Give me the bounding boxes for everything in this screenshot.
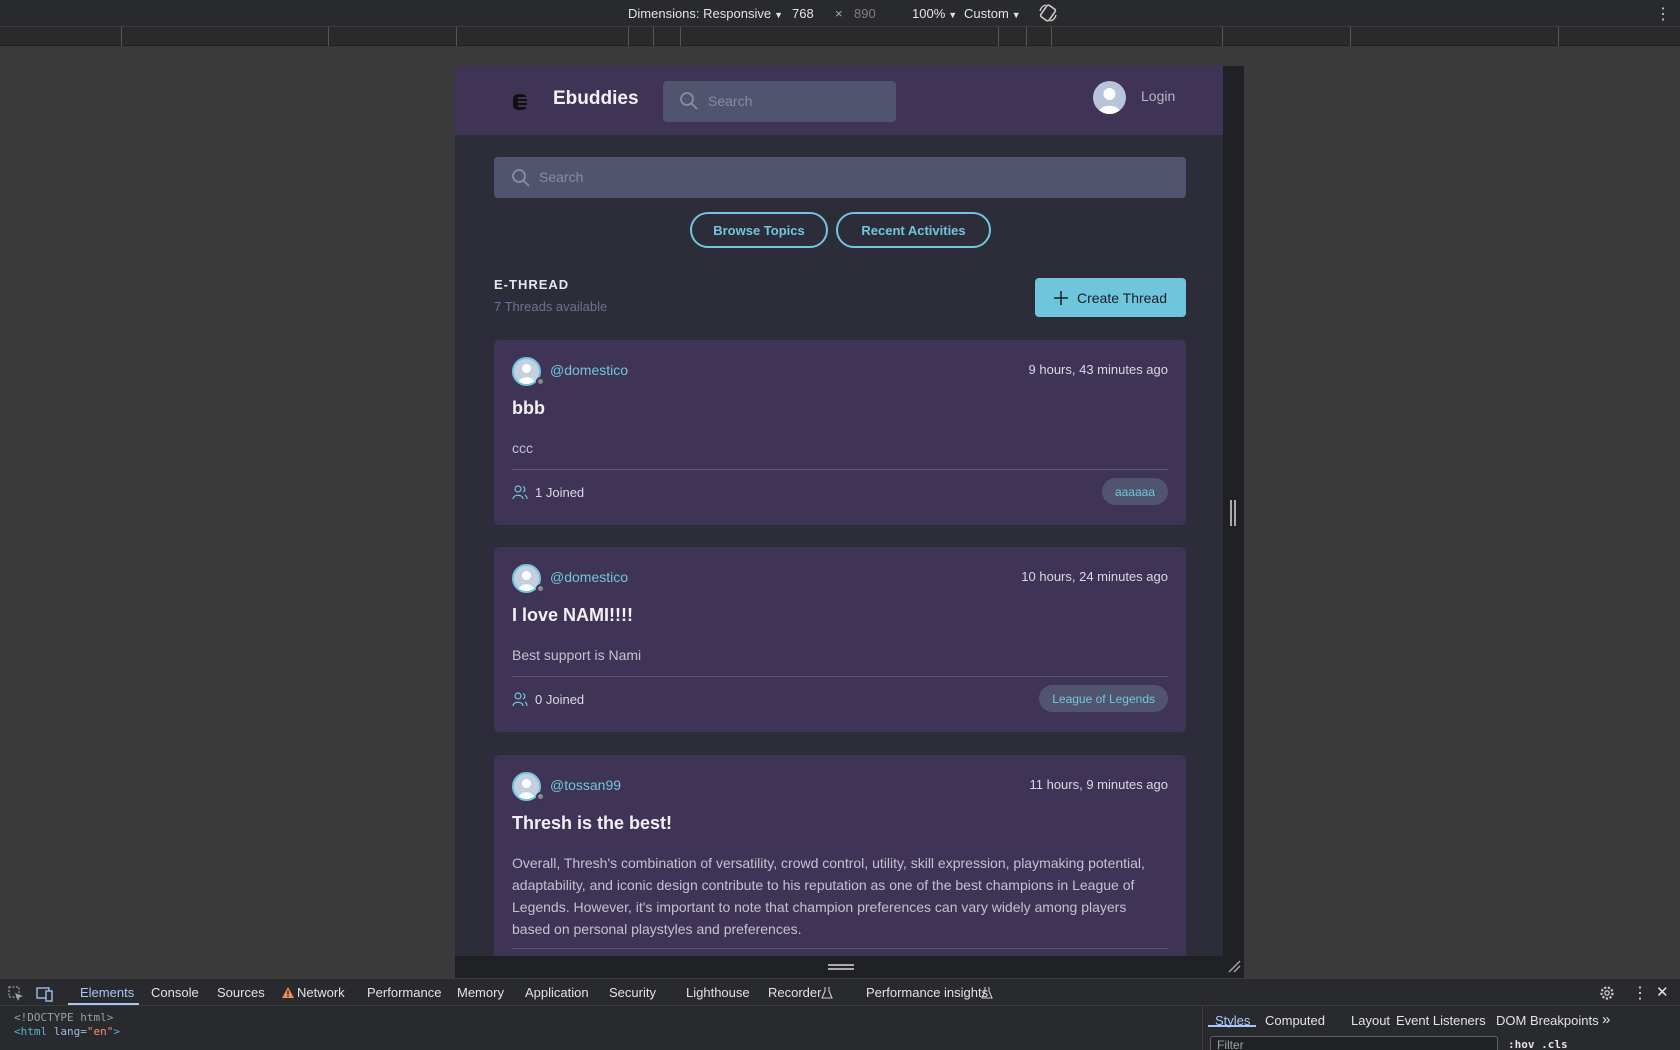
- joined-count: 0 Joined: [535, 692, 585, 707]
- users-icon: [512, 485, 528, 500]
- thread-title[interactable]: Thresh is the best!: [512, 813, 672, 834]
- thread-time: 11 hours, 9 minutes ago: [1029, 777, 1168, 792]
- code-line[interactable]: <!DOCTYPE html>: [14, 1011, 120, 1025]
- close-icon[interactable]: ✕: [1656, 983, 1669, 1001]
- devtools-tabs: Elements Console Sources Network Perform…: [0, 979, 1680, 1006]
- code-line[interactable]: <html lang="en">: [14, 1025, 120, 1039]
- section-title: E-THREAD: [494, 277, 570, 292]
- tab-memory[interactable]: Memory: [457, 985, 504, 1000]
- resize-handle-icon[interactable]: [1230, 500, 1236, 526]
- thread-body: ccc: [512, 440, 533, 456]
- users-icon: [512, 692, 528, 707]
- header-search-input[interactable]: [708, 89, 883, 113]
- header-search[interactable]: [663, 81, 896, 122]
- thread-body: Overall, Thresh's combination of versati…: [512, 855, 1145, 937]
- zoom-dropdown[interactable]: 100% ▼: [912, 6, 957, 21]
- tab-elements[interactable]: Elements: [80, 985, 134, 1000]
- joined-count: 1 Joined: [535, 485, 585, 500]
- throttle-dropdown[interactable]: Custom ▼: [964, 6, 1021, 21]
- browse-topics-button[interactable]: Browse Topics: [690, 212, 828, 248]
- thread-card[interactable]: @domestico 10 hours, 24 minutes ago I lo…: [494, 547, 1186, 732]
- main-search[interactable]: [494, 157, 1186, 198]
- divider: [512, 948, 1168, 949]
- thread-time: 9 hours, 43 minutes ago: [1028, 362, 1168, 377]
- page-viewport: Ebuddies Login Browse Topics Recent Acti…: [455, 66, 1223, 956]
- dimensions-dropdown[interactable]: Dimensions: Responsive ▼: [628, 6, 783, 21]
- thread-title[interactable]: I love NAMI!!!!: [512, 605, 633, 626]
- status-dot: [536, 377, 545, 386]
- tab-lighthouse[interactable]: Lighthouse: [686, 985, 750, 1000]
- tab-dom-breakpoints[interactable]: DOM Breakpoints: [1496, 1013, 1599, 1028]
- threads-count: 7 Threads available: [494, 299, 608, 314]
- elements-tree[interactable]: <!DOCTYPE html> <html lang="en">: [14, 1011, 120, 1039]
- more-options-icon[interactable]: ⋮: [1632, 983, 1648, 1003]
- tab-performance-insights[interactable]: Performance insights: [866, 985, 988, 1000]
- status-dot: [536, 792, 545, 801]
- styles-filter-input[interactable]: [1210, 1036, 1498, 1050]
- thread-author[interactable]: @domestico: [550, 362, 628, 378]
- active-tab-indicator: [1208, 1025, 1256, 1027]
- thread-author[interactable]: @domestico: [550, 569, 628, 585]
- tab-event-listeners[interactable]: Event Listeners: [1396, 1013, 1486, 1028]
- recent-activities-button[interactable]: Recent Activities: [836, 212, 991, 248]
- thread-card[interactable]: @domestico 9 hours, 43 minutes ago bbb c…: [494, 340, 1186, 525]
- corner-resize-icon[interactable]: [1226, 958, 1242, 974]
- login-link[interactable]: Login: [1141, 88, 1175, 104]
- viewport-bottom-handle[interactable]: [455, 956, 1244, 978]
- more-options-icon[interactable]: ⋮: [1655, 4, 1671, 24]
- inspect-element-icon[interactable]: [8, 986, 24, 1002]
- warning-icon: [282, 987, 294, 998]
- avatar[interactable]: [1093, 81, 1126, 114]
- create-thread-button[interactable]: Create Thread: [1035, 278, 1186, 317]
- width-input[interactable]: 768: [792, 6, 814, 21]
- status-dot: [536, 584, 545, 593]
- divider: [512, 676, 1168, 677]
- create-thread-label: Create Thread: [1076, 289, 1167, 306]
- flask-icon: [981, 987, 993, 999]
- tab-sources[interactable]: Sources: [217, 985, 265, 1000]
- tab-console[interactable]: Console: [151, 985, 199, 1000]
- more-tabs-icon[interactable]: »: [1602, 1011, 1610, 1028]
- brand-name[interactable]: Ebuddies: [553, 88, 639, 110]
- divider: [512, 469, 1168, 470]
- thread-time: 10 hours, 24 minutes ago: [1021, 569, 1168, 584]
- topic-tag[interactable]: aaaaaa: [1101, 478, 1168, 505]
- rotate-icon[interactable]: [1038, 3, 1058, 23]
- app-header: Ebuddies Login: [455, 66, 1223, 135]
- plus-icon: [1053, 290, 1068, 305]
- height-input[interactable]: 890: [854, 6, 876, 21]
- thread-body: Best support is Nami: [512, 647, 642, 663]
- device-toggle-icon[interactable]: [36, 986, 54, 1002]
- flask-icon: [821, 987, 833, 999]
- search-icon: [680, 92, 698, 110]
- tab-recorder[interactable]: Recorder: [768, 985, 821, 1000]
- tab-layout[interactable]: Layout: [1351, 1013, 1390, 1028]
- tab-network[interactable]: Network: [297, 985, 345, 1000]
- logo-icon[interactable]: [510, 92, 530, 112]
- tab-security[interactable]: Security: [609, 985, 656, 1000]
- tab-performance[interactable]: Performance: [367, 985, 441, 1000]
- hov-cls-toggles[interactable]: :hov .cls: [1508, 1038, 1568, 1050]
- tab-application[interactable]: Application: [525, 985, 589, 1000]
- media-query-bar: [0, 27, 1680, 46]
- device-toolbar: Dimensions: Responsive ▼ 768 × 890 100% ▼ …: [0, 0, 1680, 27]
- main-search-input[interactable]: [539, 165, 1159, 189]
- gear-icon[interactable]: [1599, 985, 1615, 1001]
- tab-computed[interactable]: Computed: [1265, 1013, 1325, 1028]
- active-tab-indicator: [68, 1003, 139, 1005]
- thread-author[interactable]: @tossan99: [550, 777, 621, 793]
- thread-title[interactable]: bbb: [512, 398, 545, 419]
- thread-card[interactable]: @tossan99 11 hours, 9 minutes ago Thresh…: [494, 755, 1186, 956]
- topic-tag[interactable]: League of Legends: [1039, 685, 1168, 712]
- search-icon: [512, 169, 530, 187]
- times-sign: ×: [835, 6, 843, 21]
